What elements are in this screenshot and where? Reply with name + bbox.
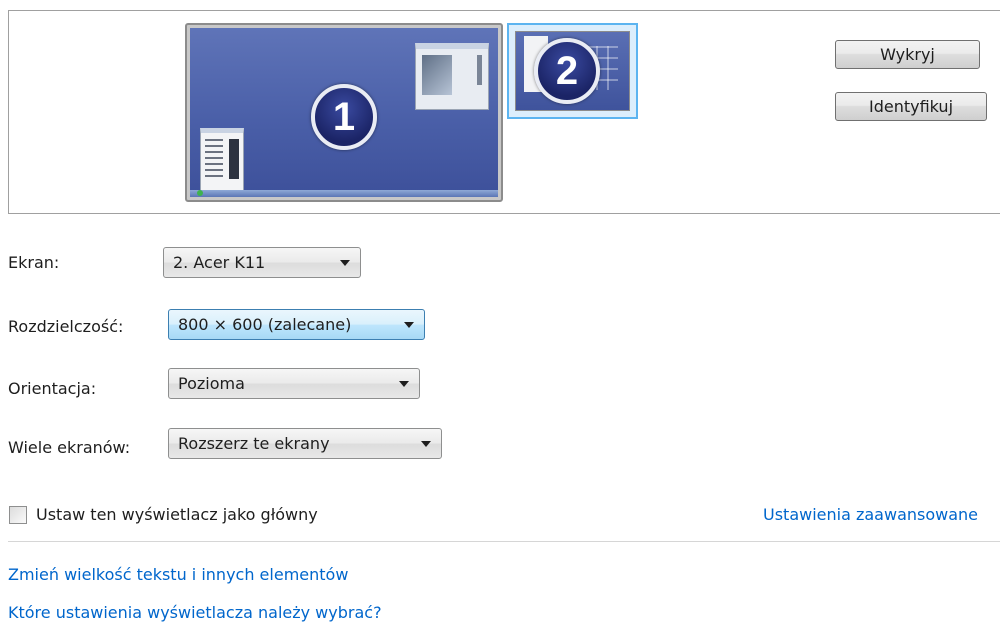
start-orb-icon: [197, 190, 203, 196]
dropdown-arrow-icon: [399, 381, 409, 387]
resolution-label: Rozdzielczość:: [8, 317, 124, 336]
display-settings-help-link[interactable]: Które ustawienia wyświetlacza należy wyb…: [8, 603, 382, 622]
advanced-settings-link[interactable]: Ustawienia zaawansowane: [763, 505, 978, 524]
taskbar-thumbnail: [190, 190, 498, 197]
screen-dropdown-value: 2. Acer K11: [173, 253, 266, 272]
dropdown-arrow-icon: [421, 441, 431, 447]
divider: [8, 541, 1000, 542]
monitor-2-screen: 2: [515, 31, 630, 111]
dark-panel-thumbnail: [229, 139, 239, 179]
multiple-displays-dropdown[interactable]: Rozszerz te ekrany: [168, 428, 442, 459]
text-lines-thumbnail: [205, 139, 223, 179]
resolution-dropdown[interactable]: 800 × 600 (zalecane): [168, 309, 425, 340]
primary-display-checkbox[interactable]: [9, 506, 27, 524]
screen-label: Ekran:: [8, 253, 60, 272]
monitor-1-screen: 1: [190, 28, 498, 197]
text-size-link[interactable]: Zmień wielkość tekstu i innych elementów: [8, 565, 348, 584]
monitor-2-number-badge: 2: [534, 38, 600, 104]
multiple-displays-dropdown-value: Rozszerz te ekrany: [178, 434, 330, 453]
image-thumbnail: [422, 55, 452, 95]
orientation-dropdown[interactable]: Pozioma: [168, 368, 420, 399]
primary-display-checkbox-label[interactable]: Ustaw ten wyświetlacz jako główny: [36, 505, 318, 524]
monitor-1-tile[interactable]: 1: [185, 23, 503, 202]
orientation-label: Orientacja:: [8, 379, 97, 398]
identify-button[interactable]: Identyfikuj: [835, 92, 987, 121]
monitor-2-tile-selected[interactable]: 2: [507, 23, 638, 119]
detect-button[interactable]: Wykryj: [835, 40, 980, 69]
screen-dropdown[interactable]: 2. Acer K11: [163, 247, 361, 278]
monitor-1-window-thumbnail: [415, 43, 489, 110]
dropdown-arrow-icon: [340, 260, 350, 266]
multiple-displays-label: Wiele ekranów:: [8, 438, 131, 457]
dropdown-arrow-icon: [404, 322, 414, 328]
orientation-dropdown-value: Pozioma: [178, 374, 245, 393]
monitor-1-sidebar-thumbnail: [200, 128, 244, 192]
resolution-dropdown-value: 800 × 600 (zalecane): [178, 315, 352, 334]
scrollbar-thumbnail: [477, 55, 482, 85]
monitor-1-number-badge: 1: [311, 84, 377, 150]
